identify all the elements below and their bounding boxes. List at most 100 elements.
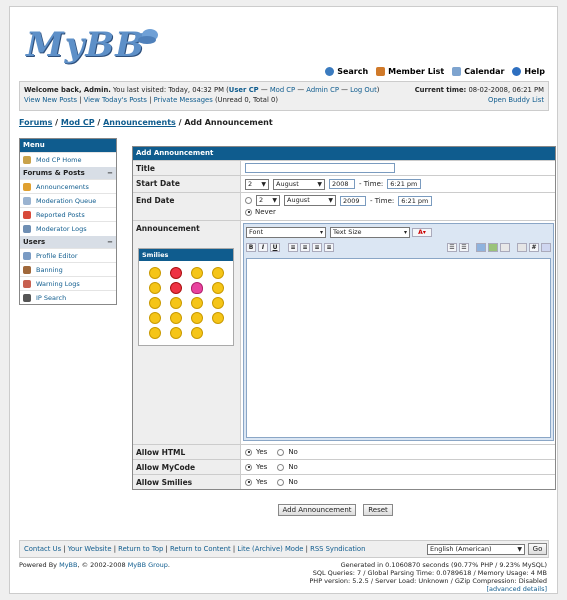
end-year-input[interactable]: 2009 <box>340 195 366 206</box>
smiley-rolleyes-icon[interactable] <box>170 327 182 339</box>
menu-item-banning[interactable]: Banning <box>20 262 116 276</box>
smiley-biggrin-icon[interactable] <box>149 327 161 339</box>
never-radio[interactable] <box>245 208 252 216</box>
menu-item-announcements[interactable]: Announcements <box>20 179 116 193</box>
allow-html-yes-radio[interactable] <box>245 448 252 456</box>
end-date-radio[interactable] <box>245 197 252 204</box>
menu-item-moderation-queue[interactable]: Moderation Queue <box>20 193 116 207</box>
bold-button[interactable]: B <box>246 243 256 252</box>
add-announcement-form: Add Announcement Title Start Date 2 ▼ Aug… <box>132 146 556 490</box>
mod-cp-link[interactable]: Mod CP <box>270 86 295 94</box>
smiley-exclamation-icon[interactable] <box>170 282 182 294</box>
breadcrumb-modcp[interactable]: Mod CP <box>61 118 95 127</box>
footer-lite-mode[interactable]: Lite (Archive) Mode <box>237 545 303 553</box>
smiley-angry-icon[interactable] <box>170 267 182 279</box>
bullet-list-icon[interactable]: ☰ <box>459 243 469 252</box>
align-center-icon[interactable]: ≡ <box>300 243 310 252</box>
reset-button[interactable]: Reset <box>363 504 393 516</box>
code-icon[interactable]: # <box>529 243 539 252</box>
page: MyBB Search Member List Calendar Help We… <box>9 6 558 594</box>
title-row: Title <box>133 160 555 175</box>
italic-button[interactable]: I <box>258 243 268 252</box>
image-icon[interactable] <box>476 243 486 252</box>
calendar-link[interactable]: Calendar <box>452 67 504 76</box>
php-icon[interactable] <box>541 243 551 252</box>
quote-icon[interactable] <box>517 243 527 252</box>
mybb-link[interactable]: MyBB <box>59 561 77 569</box>
footer-rss[interactable]: RSS Syndication <box>310 545 365 553</box>
start-year-input[interactable]: 2008 <box>329 179 355 189</box>
end-day-select[interactable]: 2 ▼ <box>256 195 280 206</box>
allow-smilies-yes-radio[interactable] <box>245 478 252 486</box>
smiley-shades-icon[interactable] <box>170 312 182 324</box>
align-left-icon[interactable]: ≡ <box>288 243 298 252</box>
allow-mycode-no-radio[interactable] <box>277 463 285 471</box>
announcement-textarea[interactable] <box>246 258 551 438</box>
breadcrumb-announcements[interactable]: Announcements <box>103 118 176 127</box>
menu-item-moderator-logs[interactable]: Moderator Logs <box>20 221 116 235</box>
logout-link[interactable]: Log Out <box>350 86 377 94</box>
heart-icon[interactable] <box>191 282 203 294</box>
allow-html-no-radio[interactable] <box>277 448 285 456</box>
menu-category-forums-posts[interactable]: Forums & Posts − <box>20 166 116 179</box>
language-go-button[interactable]: Go <box>528 543 547 555</box>
menu-category-users[interactable]: Users − <box>20 235 116 248</box>
private-messages-link[interactable]: Private Messages <box>154 96 213 104</box>
smiley-happy-icon[interactable] <box>149 312 161 324</box>
smiley-sad-icon[interactable] <box>170 297 182 309</box>
footer-return-content[interactable]: Return to Content <box>170 545 231 553</box>
link-icon[interactable] <box>488 243 498 252</box>
numbered-list-icon[interactable]: ☰ <box>447 243 457 252</box>
smiley-huh-icon[interactable] <box>212 282 224 294</box>
menu-item-reported-posts[interactable]: Reported Posts <box>20 207 116 221</box>
smiley-wink-icon[interactable] <box>212 312 224 324</box>
end-time-input[interactable]: 6:21 pm <box>398 195 433 206</box>
end-month-select[interactable]: August ▼ <box>284 195 336 206</box>
warning-icon <box>23 280 31 288</box>
view-todays-posts-link[interactable]: View Today's Posts <box>84 96 147 104</box>
text-color-button[interactable]: A▾ <box>412 228 432 237</box>
member-list-link[interactable]: Member List <box>376 67 444 76</box>
align-right-icon[interactable]: ≡ <box>312 243 322 252</box>
footer-contact-us[interactable]: Contact Us <box>24 545 61 553</box>
view-new-posts-link[interactable]: View New Posts <box>24 96 77 104</box>
breadcrumb-forums[interactable]: Forums <box>19 118 52 127</box>
footer-return-top[interactable]: Return to Top <box>118 545 163 553</box>
menu-item-ip-search[interactable]: IP Search <box>20 290 116 304</box>
align-justify-icon[interactable]: ≡ <box>324 243 334 252</box>
menu-item-warning-logs[interactable]: Warning Logs <box>20 276 116 290</box>
help-link[interactable]: Help <box>512 67 545 76</box>
smiley-shy-icon[interactable] <box>191 267 203 279</box>
breadcrumb-current: Add Announcement <box>184 118 273 127</box>
language-select[interactable]: English (American) ▼ <box>427 544 525 555</box>
buddy-list-link[interactable]: Open Buddy List <box>488 96 544 104</box>
allow-smilies-no-radio[interactable] <box>277 478 285 486</box>
footer-your-website[interactable]: Your Website <box>68 545 112 553</box>
smiley-tongue-icon[interactable] <box>212 297 224 309</box>
add-announcement-button[interactable]: Add Announcement <box>278 504 356 516</box>
search-link[interactable]: Search <box>325 67 368 76</box>
admin-cp-link[interactable]: Admin CP <box>306 86 339 94</box>
mybb-logo[interactable]: MyBB <box>26 25 176 65</box>
smiley-smile-icon[interactable] <box>191 297 203 309</box>
allow-mycode-yes-radio[interactable] <box>245 463 252 471</box>
menu-item-profile-editor[interactable]: Profile Editor <box>20 248 116 262</box>
start-time-input[interactable]: 6:21 pm <box>387 179 422 189</box>
smiley-cool-icon[interactable] <box>149 267 161 279</box>
mybb-group-link[interactable]: MyBB Group <box>128 561 168 569</box>
email-icon[interactable] <box>500 243 510 252</box>
text-size-select[interactable]: Text Size ▾ <box>330 227 410 238</box>
smiley-undecided-icon[interactable] <box>191 327 203 339</box>
user-cp-link[interactable]: User CP <box>229 86 259 94</box>
font-select[interactable]: Font ▾ <box>246 227 326 238</box>
title-input[interactable] <box>245 163 395 173</box>
start-day-select[interactable]: 2 ▼ <box>245 178 269 190</box>
underline-button[interactable]: U <box>270 243 280 252</box>
start-month-select[interactable]: August ▼ <box>273 178 325 190</box>
advanced-details-link[interactable]: [advanced details] <box>486 585 547 593</box>
smiley-shocked-icon[interactable] <box>149 297 161 309</box>
smiley-confused-icon[interactable] <box>212 267 224 279</box>
menu-item-modcp-home[interactable]: Mod CP Home <box>20 152 116 166</box>
smiley-sleepy-icon[interactable] <box>149 282 161 294</box>
smiley-grin-icon[interactable] <box>191 312 203 324</box>
